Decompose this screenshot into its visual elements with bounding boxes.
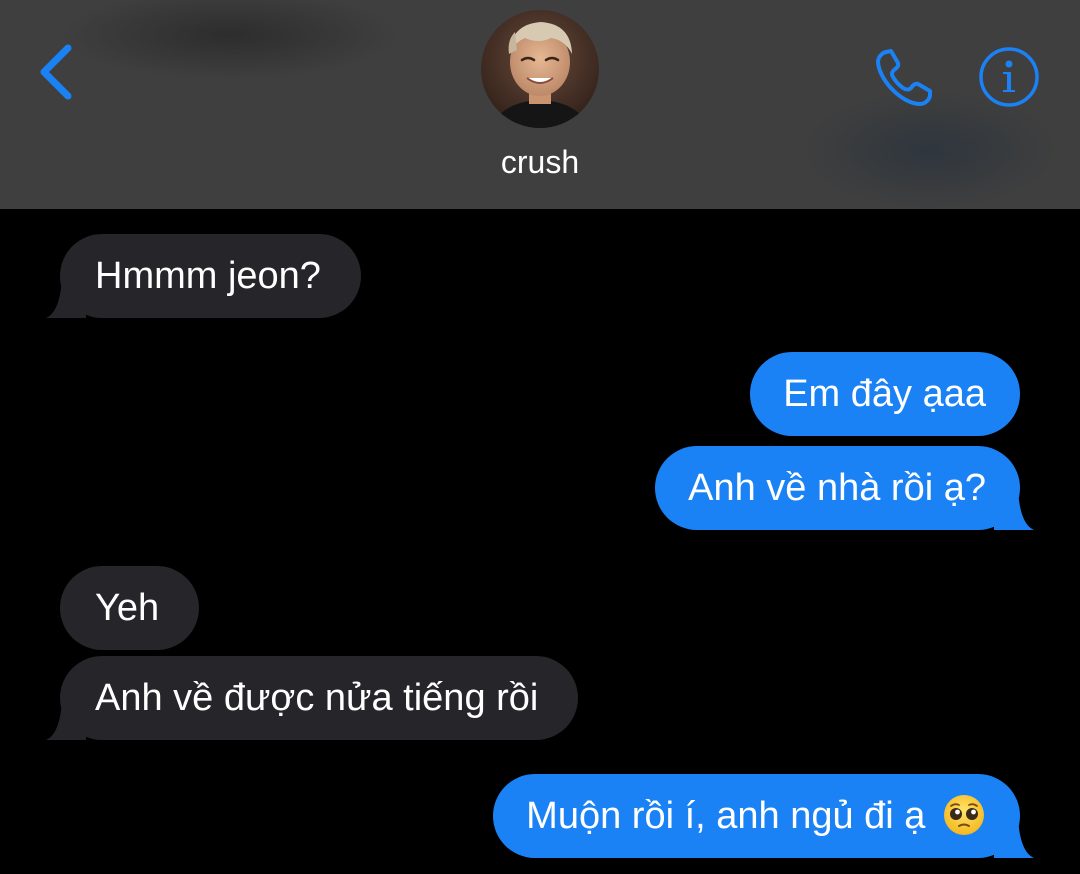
- contact-name[interactable]: crush: [0, 144, 1080, 181]
- message-text: Em đây ạaa: [783, 373, 986, 415]
- bubble-tail: [46, 278, 86, 318]
- message-text: Muộn rồi í, anh ngủ đi ạ: [526, 795, 926, 837]
- chevron-left-icon: [40, 44, 72, 100]
- message-text: Anh về được nửa tiếng rồi: [95, 677, 539, 719]
- info-icon: [979, 47, 1039, 107]
- bubble-tail: [994, 490, 1034, 530]
- call-button[interactable]: [872, 44, 938, 110]
- message-text: Hmmm jeon?: [95, 255, 321, 297]
- message-bubble-incoming[interactable]: Hmmm jeon?: [46, 234, 361, 318]
- message-text: Anh về nhà rồi ạ?: [688, 467, 986, 509]
- pleading-face-emoji: [944, 794, 984, 835]
- message-bubble-incoming[interactable]: Yeh: [60, 566, 200, 650]
- phone-icon: [876, 49, 932, 106]
- conversation-header: crush: [0, 0, 1080, 209]
- avatar[interactable]: [481, 10, 599, 128]
- avatar-photo: [481, 10, 599, 128]
- info-button[interactable]: [978, 46, 1040, 108]
- bubble-tail: [46, 700, 86, 740]
- message-bubble-outgoing[interactable]: Anh về nhà rồi ạ?: [655, 446, 1034, 530]
- status-bar: [0, 0, 1080, 2]
- header-blur: [60, 0, 400, 80]
- message-bubble-incoming[interactable]: Anh về được nửa tiếng rồi: [46, 656, 579, 740]
- bubble-tail: [994, 818, 1034, 858]
- messages-screen: crush Hmmm jeon? Em đây ạaa Anh về nhà r…: [0, 0, 1080, 874]
- back-button[interactable]: [30, 40, 86, 104]
- message-bubble-outgoing[interactable]: Muộn rồi í, anh ngủ đi ạ: [493, 774, 1034, 858]
- message-text: Yeh: [95, 587, 160, 629]
- message-bubble-outgoing[interactable]: Em đây ạaa: [750, 352, 1020, 436]
